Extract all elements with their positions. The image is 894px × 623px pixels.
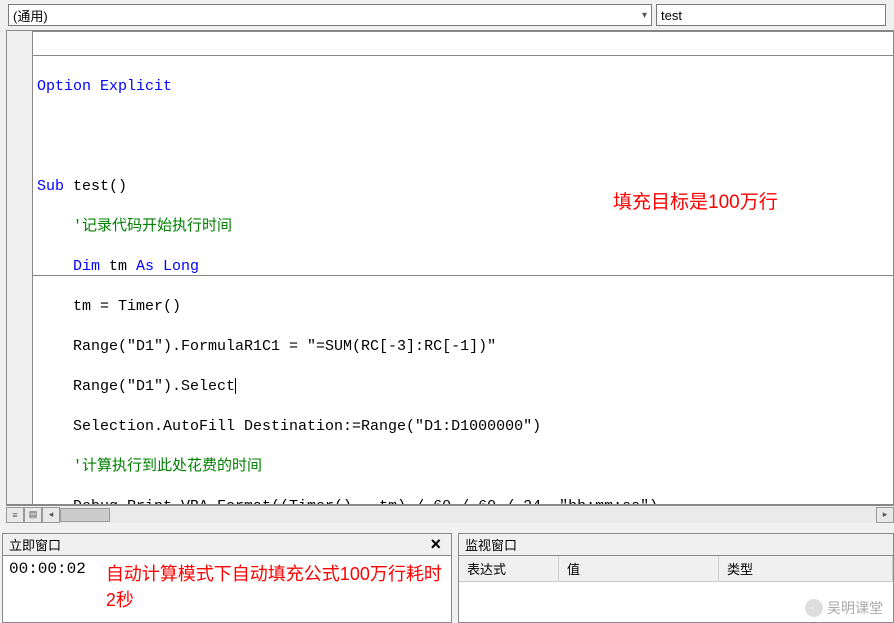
code-line: tm = Timer() — [37, 297, 889, 317]
immediate-window-body[interactable]: 00:00:02 自动计算模式下自动填充公式100万行耗时2秒 — [3, 556, 451, 622]
code-gutter — [7, 31, 33, 504]
code-token: Long — [154, 258, 199, 275]
scroll-thumb[interactable] — [60, 508, 110, 522]
code-comment: '记录代码开始执行时间 — [37, 217, 889, 237]
code-token: Sub — [37, 178, 64, 195]
watch-col-type[interactable]: 类型 — [719, 556, 893, 581]
immediate-window-title-bar: 立即窗口 × — [3, 534, 451, 556]
horizontal-scrollbar[interactable]: ≡ ▤ ◂ ▸ — [6, 505, 894, 523]
watch-col-expression[interactable]: 表达式 — [459, 556, 559, 581]
scroll-left-icon[interactable]: ◂ — [42, 507, 60, 523]
immediate-window: 立即窗口 × 00:00:02 自动计算模式下自动填充公式100万行耗时2秒 — [2, 533, 452, 623]
annotation-fill-target: 填充目标是100万行 — [613, 193, 778, 213]
object-dropdown-value: (通用) — [13, 6, 48, 25]
code-editor[interactable]: Option Explicit Sub test() '记录代码开始执行时间 D… — [6, 30, 894, 505]
code-comment: '计算执行到此处花费的时间 — [37, 457, 889, 477]
code-token: test() — [64, 178, 127, 195]
watch-col-value[interactable]: 值 — [559, 556, 719, 581]
object-dropdown[interactable]: (通用) ▾ — [8, 4, 652, 26]
watermark-icon — [805, 599, 823, 617]
code-token: .Print — [118, 498, 181, 504]
code-token: Debug — [37, 498, 118, 504]
view-full-module-icon[interactable]: ≡ — [6, 507, 24, 523]
code-area[interactable]: Option Explicit Sub test() '记录代码开始执行时间 D… — [33, 31, 893, 504]
scroll-right-icon[interactable]: ▸ — [876, 507, 894, 523]
immediate-window-title: 立即窗口 — [9, 535, 61, 554]
watermark: 吴明课堂 — [805, 598, 883, 618]
watermark-text: 吴明课堂 — [827, 598, 883, 618]
immediate-output: 00:00:02 — [9, 560, 86, 578]
watch-window-title: 监视窗口 — [465, 535, 517, 554]
procedure-dropdown[interactable]: test — [656, 4, 886, 26]
code-token: Explicit — [100, 78, 172, 95]
code-line: Selection.AutoFill Destination:=Range("D… — [37, 417, 889, 437]
annotation-timing: 自动计算模式下自动填充公式100万行耗时2秒 — [106, 560, 445, 612]
close-icon[interactable]: × — [426, 534, 445, 555]
procedure-dropdown-value: test — [661, 8, 682, 23]
chevron-down-icon: ▾ — [642, 10, 647, 21]
view-procedure-icon[interactable]: ▤ — [24, 507, 42, 523]
code-token: Dim — [37, 258, 100, 275]
scroll-track[interactable] — [60, 507, 876, 523]
code-token: tm — [100, 258, 136, 275]
code-token: As — [136, 258, 154, 275]
code-line: Range("D1").FormulaR1C1 = "=SUM(RC[-3]:R… — [37, 337, 889, 357]
watch-window: 监视窗口 表达式 值 类型 吴明课堂 — [458, 533, 894, 623]
code-line: Range("D1").Select — [37, 378, 235, 395]
code-token: VBA.Format((Timer() - tm) / 60 / 60 / 24… — [181, 498, 658, 504]
watch-headers: 表达式 值 类型 — [459, 556, 893, 582]
code-token: Option — [37, 78, 91, 95]
watch-window-title-bar: 监视窗口 — [459, 534, 893, 556]
watch-window-body[interactable]: 吴明课堂 — [459, 582, 893, 622]
